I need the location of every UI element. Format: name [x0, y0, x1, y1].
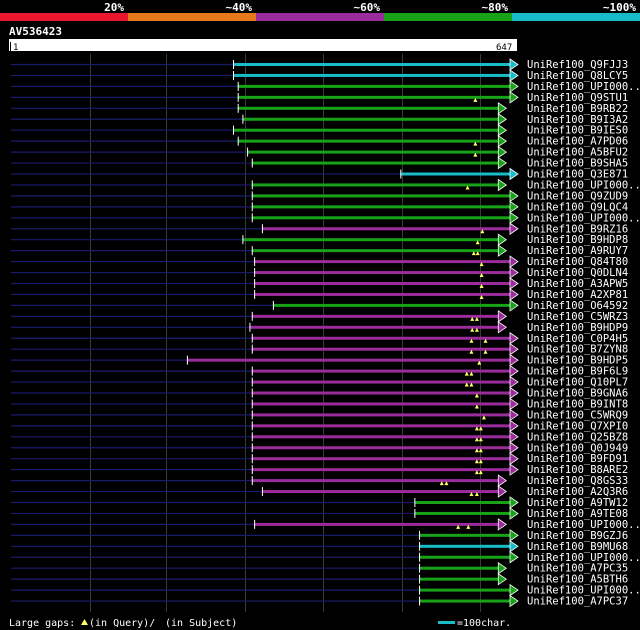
subject-gap-label: (in Subject)	[165, 618, 237, 629]
hit-bar	[251, 435, 510, 439]
legend-label-2: ~40%	[226, 1, 253, 14]
hit-bar	[400, 172, 510, 176]
hit-bar	[419, 599, 510, 603]
legend-color-4	[384, 13, 513, 21]
hit-bar	[419, 566, 499, 570]
legend-label-1: 20%	[104, 1, 124, 14]
hit-bar	[249, 325, 499, 329]
query-scale-bar	[9, 39, 517, 51]
hit-bar	[186, 358, 511, 362]
hit-bar	[251, 468, 510, 472]
query-gap-label: (in Query)/	[89, 618, 155, 629]
hit-bar	[237, 106, 499, 110]
hit-bar	[251, 314, 499, 318]
hit-bar	[251, 446, 510, 450]
large-gaps-label: Large gaps:	[9, 618, 75, 629]
hit-bar	[419, 544, 510, 548]
hit-bar	[419, 588, 510, 592]
scale-key-label: =100char.	[457, 618, 511, 629]
hit-bar	[251, 402, 510, 406]
hit-bar	[237, 139, 499, 143]
hit-bar	[251, 479, 499, 483]
hit-bar	[251, 205, 510, 209]
hit-bar	[251, 216, 510, 220]
hit-bar	[251, 249, 499, 253]
hit-bar	[233, 73, 510, 77]
hit-bar	[251, 413, 510, 417]
hit-bar	[251, 194, 510, 198]
legend-label-4: ~80%	[482, 1, 509, 14]
scale-end-label: 647	[496, 43, 512, 53]
hit-bar	[419, 533, 510, 537]
hit-bar	[247, 150, 499, 154]
hit-bar	[254, 282, 510, 285]
hit-bar	[251, 457, 510, 461]
hit-bar	[254, 522, 499, 526]
hit-bar	[233, 63, 510, 66]
query-scale: 1 647	[9, 39, 517, 53]
legend-label-5: ~100%	[603, 1, 636, 14]
legend-color-3	[256, 13, 385, 21]
legend-label-3: ~60%	[354, 1, 381, 14]
hit-bar	[254, 271, 510, 275]
legend-color-5	[512, 13, 640, 21]
hit-bar	[272, 303, 510, 307]
hit-bar	[261, 227, 510, 231]
hit-bar	[419, 555, 510, 559]
hit-bar	[237, 95, 510, 99]
alignment-chart: 20% ~40% ~60% ~80% ~100% AV536423 1 647 UniR…	[0, 0, 640, 630]
hit-bar	[242, 117, 499, 121]
hit-bar	[251, 161, 499, 165]
legend-color-2	[128, 13, 257, 21]
hit-bar	[419, 577, 499, 581]
hit-bar	[237, 84, 510, 88]
hit-bar	[261, 490, 499, 494]
hit-bar	[242, 238, 499, 242]
hit-bar	[414, 501, 510, 504]
hit-bar	[251, 183, 499, 187]
chart-title: AV536423	[9, 25, 62, 38]
hit-bar	[254, 292, 510, 296]
scale-key-bar	[438, 621, 455, 624]
hit-bar	[254, 260, 510, 264]
hit-bar	[414, 511, 510, 515]
hit-label: UniRef100_A7PC37	[527, 596, 628, 608]
legend-color-1	[0, 13, 129, 21]
hit-bar	[251, 424, 510, 428]
scale-start-label: 1	[13, 43, 18, 53]
hit-bar	[233, 128, 499, 132]
hit-bar	[251, 391, 510, 395]
